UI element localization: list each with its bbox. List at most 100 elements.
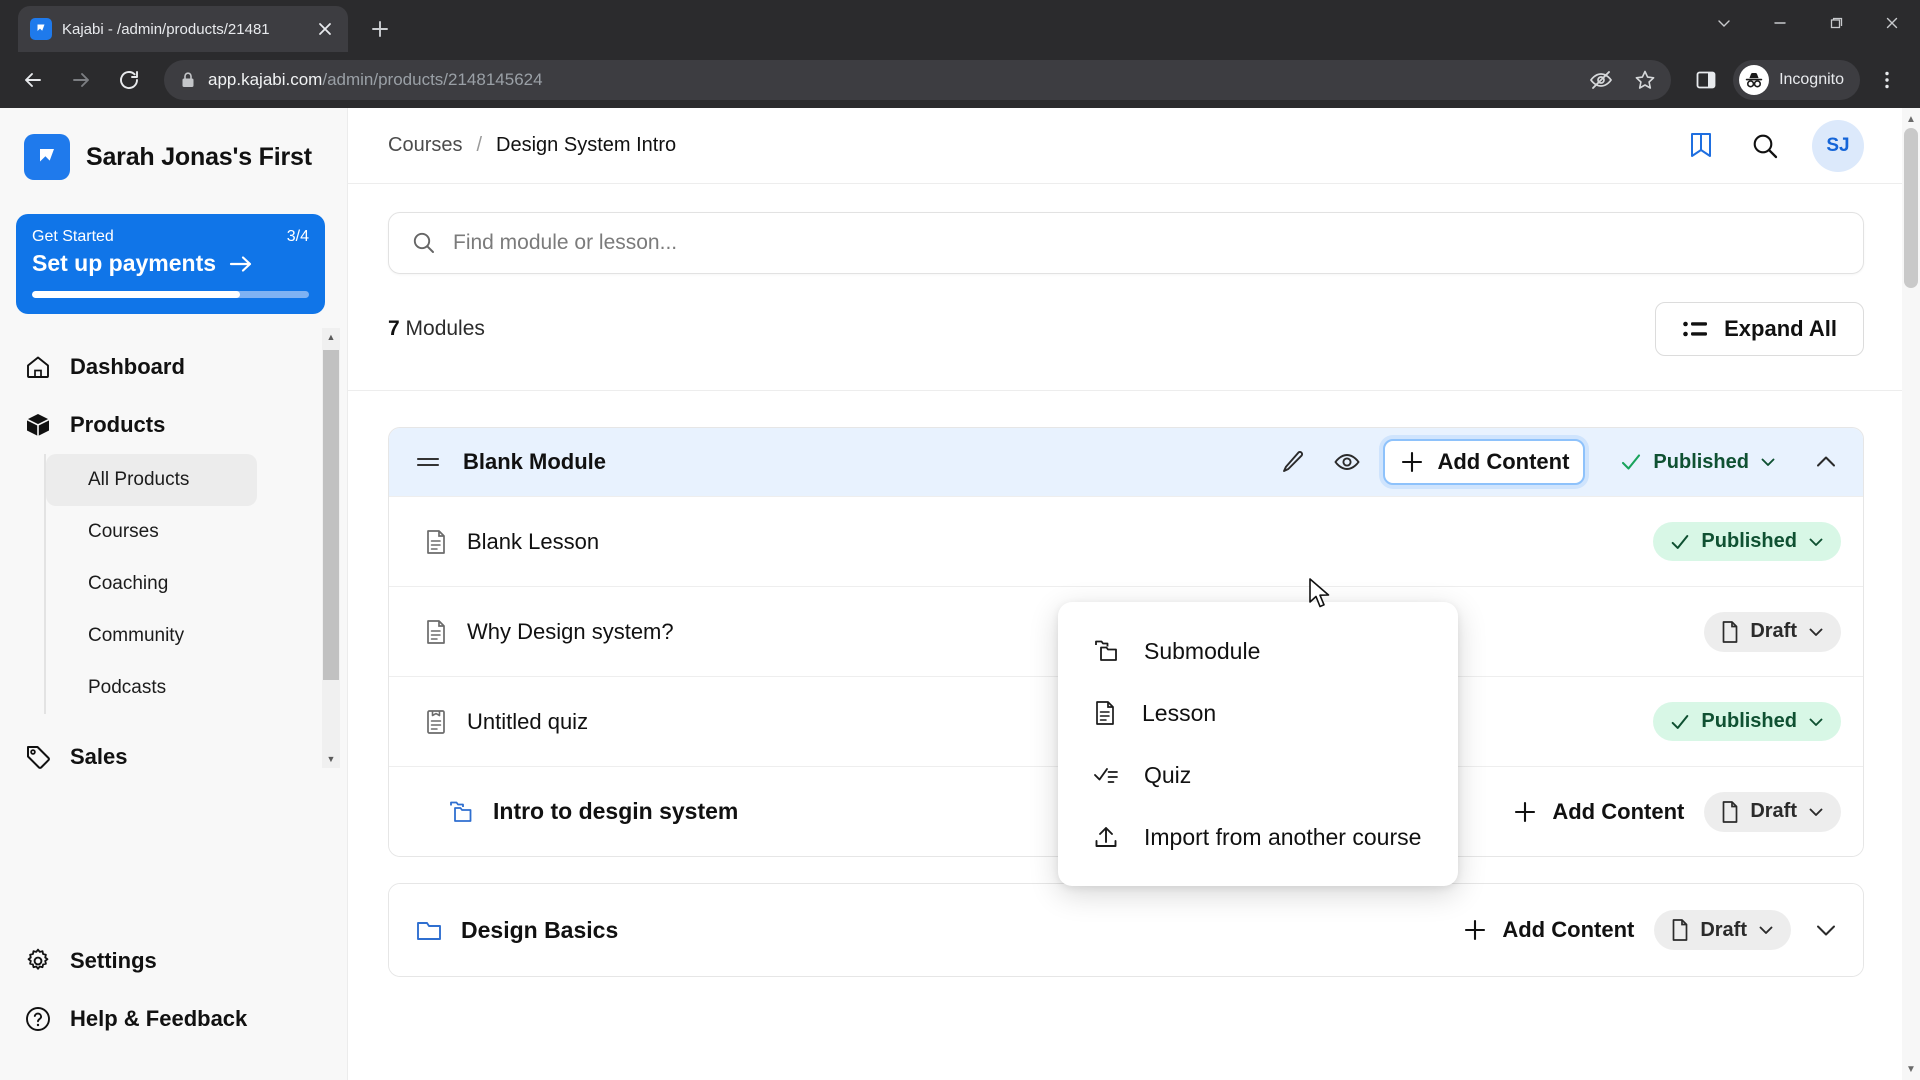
new-tab-button[interactable]	[362, 11, 398, 47]
status-badge[interactable]: Draft	[1654, 910, 1791, 950]
sidebar-item-sales[interactable]: Sales	[0, 728, 347, 786]
maximize-icon[interactable]	[1808, 0, 1864, 46]
sidebar-scrollbar[interactable]: ▲ ▼	[322, 328, 340, 768]
brand[interactable]: Sarah Jonas's First	[0, 108, 347, 180]
search-input[interactable]: Find module or lesson...	[453, 231, 677, 255]
menu-item-label: Submodule	[1144, 637, 1261, 664]
lesson-title: Untitled quiz	[467, 708, 589, 734]
incognito-icon	[1739, 65, 1770, 95]
status-badge[interactable]: Draft	[1704, 791, 1841, 832]
get-started-cta: Set up payments	[32, 250, 217, 276]
sidebar-item-label: Sales	[70, 744, 128, 769]
add-content-menu: Submodule Lesson Quiz Import from anothe…	[1058, 602, 1458, 886]
browser-menu-icon[interactable]	[1866, 59, 1908, 101]
search-module-lesson[interactable]: Find module or lesson...	[388, 212, 1864, 274]
add-content-label: Add Content	[1552, 798, 1685, 824]
expand-module-icon[interactable]	[1811, 915, 1841, 945]
chevron-down-icon	[1807, 623, 1825, 641]
sidebar-item-label: Dashboard	[70, 354, 185, 379]
sidebar-item-all-products[interactable]: All Products	[46, 454, 257, 506]
avatar[interactable]: SJ	[1812, 119, 1864, 172]
status-label: Draft	[1700, 918, 1747, 941]
sidebar-item-coaching[interactable]: Coaching	[46, 558, 257, 610]
sidebar-scrollbar-thumb[interactable]	[323, 350, 339, 680]
row-actions: Published	[1653, 702, 1841, 741]
chevron-down-icon	[1807, 713, 1825, 731]
menu-item-quiz[interactable]: Quiz	[1058, 744, 1458, 806]
incognito-profile-button[interactable]: Incognito	[1733, 60, 1860, 100]
plus-icon	[1399, 449, 1425, 475]
browser-tab[interactable]: Kajabi - /admin/products/21481	[18, 6, 348, 52]
add-content-button[interactable]: Add Content	[1383, 439, 1586, 485]
search-icon[interactable]	[1750, 131, 1780, 161]
avatar-initials: SJ	[1826, 134, 1850, 156]
menu-item-import-from-another-course[interactable]: Import from another course	[1058, 806, 1458, 868]
add-content-button[interactable]: Add Content	[1462, 917, 1634, 943]
status-badge[interactable]: Published	[1653, 522, 1841, 561]
gear-icon	[24, 947, 52, 975]
submodule-icon	[447, 798, 475, 826]
sidebar-item-community[interactable]: Community	[46, 610, 257, 662]
sidebar-item-courses[interactable]: Courses	[46, 506, 257, 558]
side-panel-icon[interactable]	[1685, 59, 1727, 101]
check-icon	[1619, 450, 1643, 474]
minimize-icon[interactable]	[1752, 0, 1808, 46]
table-row[interactable]: Blank Lesson Published	[389, 496, 1863, 586]
status-badge[interactable]: Published	[1653, 702, 1841, 741]
sidebar-item-podcasts[interactable]: Podcasts	[46, 662, 257, 714]
expand-all-button[interactable]: Expand All	[1655, 302, 1864, 356]
scroll-down-icon[interactable]: ▼	[322, 750, 340, 768]
sidebar-item-help-feedback[interactable]: Help & Feedback	[0, 990, 348, 1048]
sidebar-item-dashboard[interactable]: Dashboard	[0, 338, 347, 396]
reload-button[interactable]	[108, 59, 150, 101]
minimize-to-tray-icon[interactable]	[1696, 0, 1752, 46]
expand-all-label: Expand All	[1724, 316, 1837, 341]
bookmark-star-icon[interactable]	[1633, 68, 1657, 92]
edit-pencil-icon[interactable]	[1275, 444, 1311, 480]
scroll-up-icon[interactable]: ▲	[1902, 110, 1920, 128]
module-title: Design Basics	[461, 916, 619, 943]
page-scrollbar[interactable]: ▲ ▼	[1902, 108, 1920, 1080]
kajabi-logo-icon	[24, 134, 70, 180]
address-bar-url: app.kajabi.com/admin/products/2148145624	[208, 70, 543, 89]
sidebar-nav: Dashboard Products All Products Courses …	[0, 338, 347, 786]
chevron-down-icon	[1759, 453, 1777, 471]
menu-item-lesson[interactable]: Lesson	[1058, 682, 1458, 744]
row-actions: Add Content Draft	[1512, 791, 1841, 832]
sidebar-item-settings[interactable]: Settings	[0, 932, 348, 990]
document-icon	[1092, 699, 1118, 727]
menu-item-submodule[interactable]: Submodule	[1058, 620, 1458, 682]
sidebar-subitem-label: Community	[88, 625, 185, 646]
close-window-icon[interactable]	[1864, 0, 1920, 46]
preview-eye-icon[interactable]	[1329, 444, 1365, 480]
close-tab-icon[interactable]	[314, 18, 336, 40]
page-scrollbar-thumb[interactable]	[1904, 128, 1918, 288]
get-started-card[interactable]: Get Started 3/4 Set up payments	[16, 214, 325, 314]
address-bar[interactable]: app.kajabi.com/admin/products/2148145624	[164, 60, 1672, 100]
back-button[interactable]	[12, 59, 54, 101]
draft-page-icon	[1670, 918, 1690, 942]
collapse-module-icon[interactable]	[1811, 447, 1841, 477]
sidebar-item-products[interactable]: Products	[0, 396, 347, 454]
status-badge[interactable]: Published	[1603, 442, 1793, 482]
scroll-up-icon[interactable]: ▲	[322, 328, 340, 346]
drag-handle-icon[interactable]	[415, 452, 441, 472]
forward-button[interactable]	[60, 59, 102, 101]
module-count-number: 7	[388, 317, 400, 340]
status-badge[interactable]: Draft	[1704, 611, 1841, 652]
browser-tab-title: Kajabi - /admin/products/21481	[62, 20, 270, 38]
incognito-label: Incognito	[1779, 71, 1844, 88]
tag-icon	[24, 743, 52, 771]
search-section: Find module or lesson...	[348, 184, 1920, 274]
breadcrumb-current: Design System Intro	[496, 134, 677, 156]
module-header[interactable]: Design Basics Add Content Draft	[389, 884, 1863, 976]
book-icon[interactable]	[1684, 129, 1718, 163]
module-actions: Add Content Published	[1275, 439, 1841, 485]
hide-tracking-icon[interactable]	[1589, 68, 1613, 92]
module-header[interactable]: Blank Module Add Content Published	[389, 428, 1863, 496]
module-title: Blank Module	[463, 449, 607, 474]
scroll-down-icon[interactable]: ▼	[1902, 1060, 1920, 1078]
breadcrumb-courses[interactable]: Courses	[388, 134, 462, 157]
add-content-button[interactable]: Add Content	[1512, 799, 1684, 825]
box-icon	[24, 411, 52, 439]
